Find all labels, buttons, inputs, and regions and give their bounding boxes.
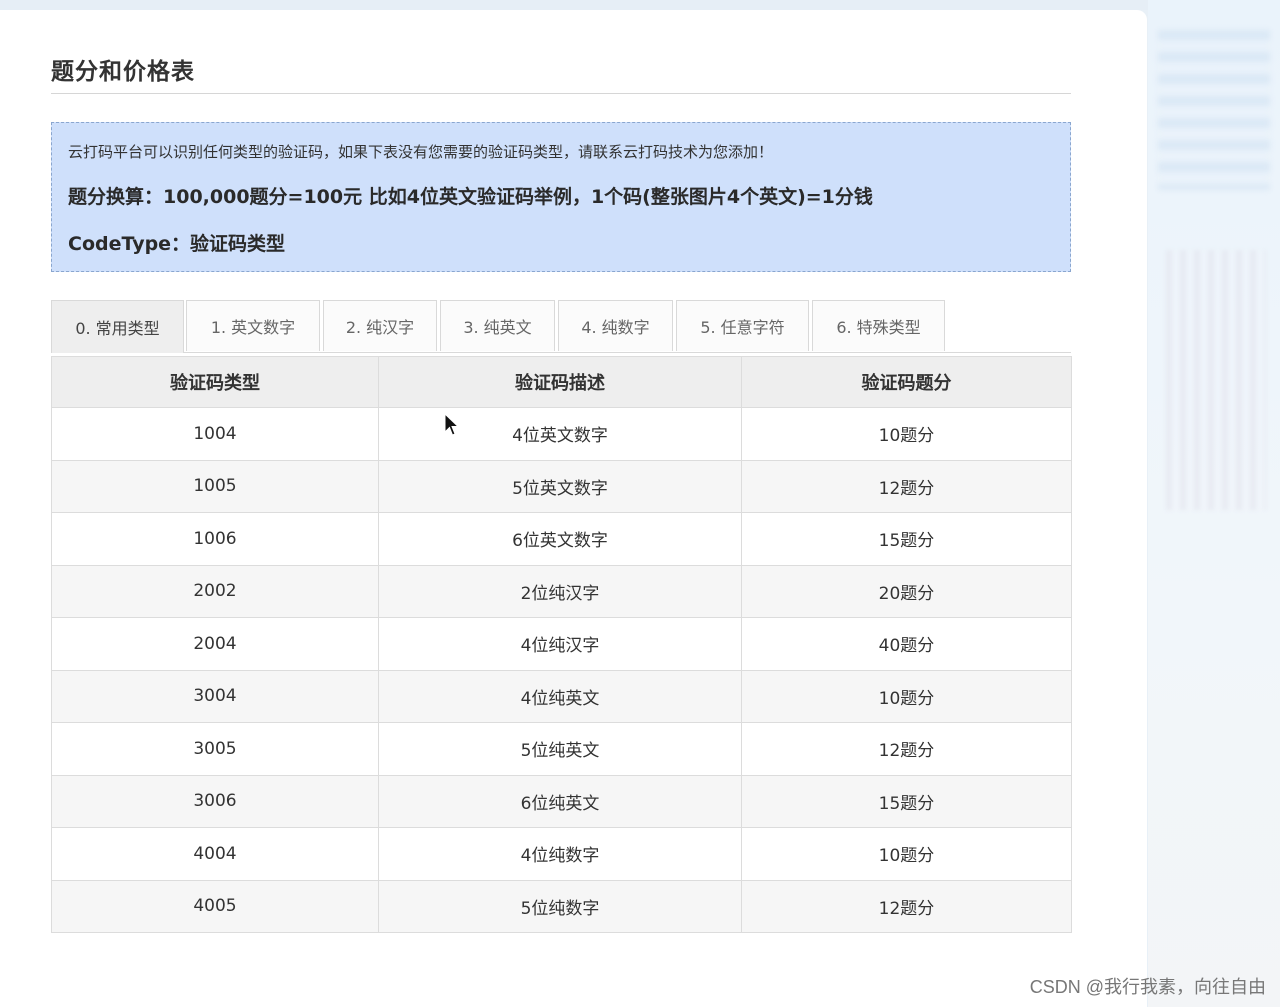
cell-score: 10题分 — [741, 669, 1072, 723]
tab-pure-digits[interactable]: 4. 纯数字 — [558, 300, 673, 351]
price-table: 验证码类型 验证码描述 验证码题分 1004 4位英文数字 10题分 1005 … — [51, 356, 1072, 933]
tab-special-types[interactable]: 6. 特殊类型 — [812, 300, 945, 351]
cell-code-type: 3004 — [51, 669, 379, 723]
cell-description: 6位英文数字 — [378, 512, 742, 566]
cell-description: 5位英文数字 — [378, 459, 742, 513]
notice-codetype-text: CodeType：验证码类型 — [68, 233, 286, 255]
csdn-watermark: CSDN @我行我素，向往自由 — [1029, 977, 1266, 997]
cell-score: 20题分 — [741, 564, 1072, 618]
cell-description: 4位英文数字 — [378, 407, 742, 461]
table-header-row: 验证码类型 验证码描述 验证码题分 — [51, 356, 1072, 408]
cell-description: 5位纯英文 — [378, 722, 742, 776]
table-row: 1005 5位英文数字 12题分 — [51, 459, 1072, 513]
table-row: 4004 4位纯数字 10题分 — [51, 827, 1072, 881]
cell-description: 4位纯英文 — [378, 669, 742, 723]
cell-score: 10题分 — [741, 827, 1072, 881]
tab-pure-chinese[interactable]: 2. 纯汉字 — [323, 300, 437, 351]
notice-intro-text: 云打码平台可以识别任何类型的验证码，如果下表没有您需要的验证码类型，请联系云打码… — [68, 143, 774, 161]
cell-code-type: 4004 — [51, 827, 379, 881]
cell-score: 12题分 — [741, 722, 1072, 776]
cell-code-type: 1004 — [51, 407, 379, 461]
table-row: 2004 4位纯汉字 40题分 — [51, 617, 1072, 671]
notice-conversion-text: 题分换算：100,000题分=100元 比如4位英文验证码举例，1个码(整张图片… — [68, 186, 873, 208]
cell-score: 12题分 — [741, 879, 1072, 933]
cell-code-type: 1005 — [51, 459, 379, 513]
cell-code-type: 1006 — [51, 512, 379, 566]
notice-box: 云打码平台可以识别任何类型的验证码，如果下表没有您需要的验证码类型，请联系云打码… — [51, 122, 1071, 272]
table-row: 3004 4位纯英文 10题分 — [51, 669, 1072, 723]
table-row: 3006 6位纯英文 15题分 — [51, 774, 1072, 828]
background-blur-top — [1158, 30, 1270, 190]
header-description: 验证码描述 — [378, 356, 742, 408]
cell-description: 4位纯汉字 — [378, 617, 742, 671]
cell-code-type: 2004 — [51, 617, 379, 671]
cell-description: 6位纯英文 — [378, 774, 742, 828]
tab-any-characters[interactable]: 5. 任意字符 — [676, 300, 809, 351]
cell-code-type: 3006 — [51, 774, 379, 828]
tab-pure-english[interactable]: 3. 纯英文 — [440, 300, 555, 351]
cell-description: 5位纯数字 — [378, 879, 742, 933]
cell-code-type: 4005 — [51, 879, 379, 933]
cell-description: 2位纯汉字 — [378, 564, 742, 618]
cell-code-type: 2002 — [51, 564, 379, 618]
table-row: 2002 2位纯汉字 20题分 — [51, 564, 1072, 618]
table-row: 4005 5位纯数字 12题分 — [51, 879, 1072, 933]
cell-score: 12题分 — [741, 459, 1072, 513]
type-tabs: 0. 常用类型 1. 英文数字 2. 纯汉字 3. 纯英文 4. 纯数字 5. … — [51, 300, 1071, 353]
title-divider — [51, 93, 1071, 94]
background-blur-bottom — [1166, 250, 1266, 510]
table-row: 3005 5位纯英文 12题分 — [51, 722, 1072, 776]
table-row: 1004 4位英文数字 10题分 — [51, 407, 1072, 461]
mouse-pointer-icon — [444, 413, 460, 436]
top-strip — [0, 0, 1148, 10]
cell-description: 4位纯数字 — [378, 827, 742, 881]
cell-code-type: 3005 — [51, 722, 379, 776]
page-title: 题分和价格表 — [51, 59, 195, 85]
cell-score: 15题分 — [741, 774, 1072, 828]
cell-score: 10题分 — [741, 407, 1072, 461]
price-table-container: 验证码类型 验证码描述 验证码题分 1004 4位英文数字 10题分 1005 … — [51, 356, 1072, 933]
cell-score: 40题分 — [741, 617, 1072, 671]
background-right-panel — [1148, 0, 1280, 1007]
tab-alphanumeric[interactable]: 1. 英文数字 — [186, 300, 320, 351]
header-score: 验证码题分 — [741, 356, 1072, 408]
tab-common-types[interactable]: 0. 常用类型 — [51, 300, 184, 353]
header-code-type: 验证码类型 — [51, 356, 379, 408]
cell-score: 15题分 — [741, 512, 1072, 566]
table-row: 1006 6位英文数字 15题分 — [51, 512, 1072, 566]
